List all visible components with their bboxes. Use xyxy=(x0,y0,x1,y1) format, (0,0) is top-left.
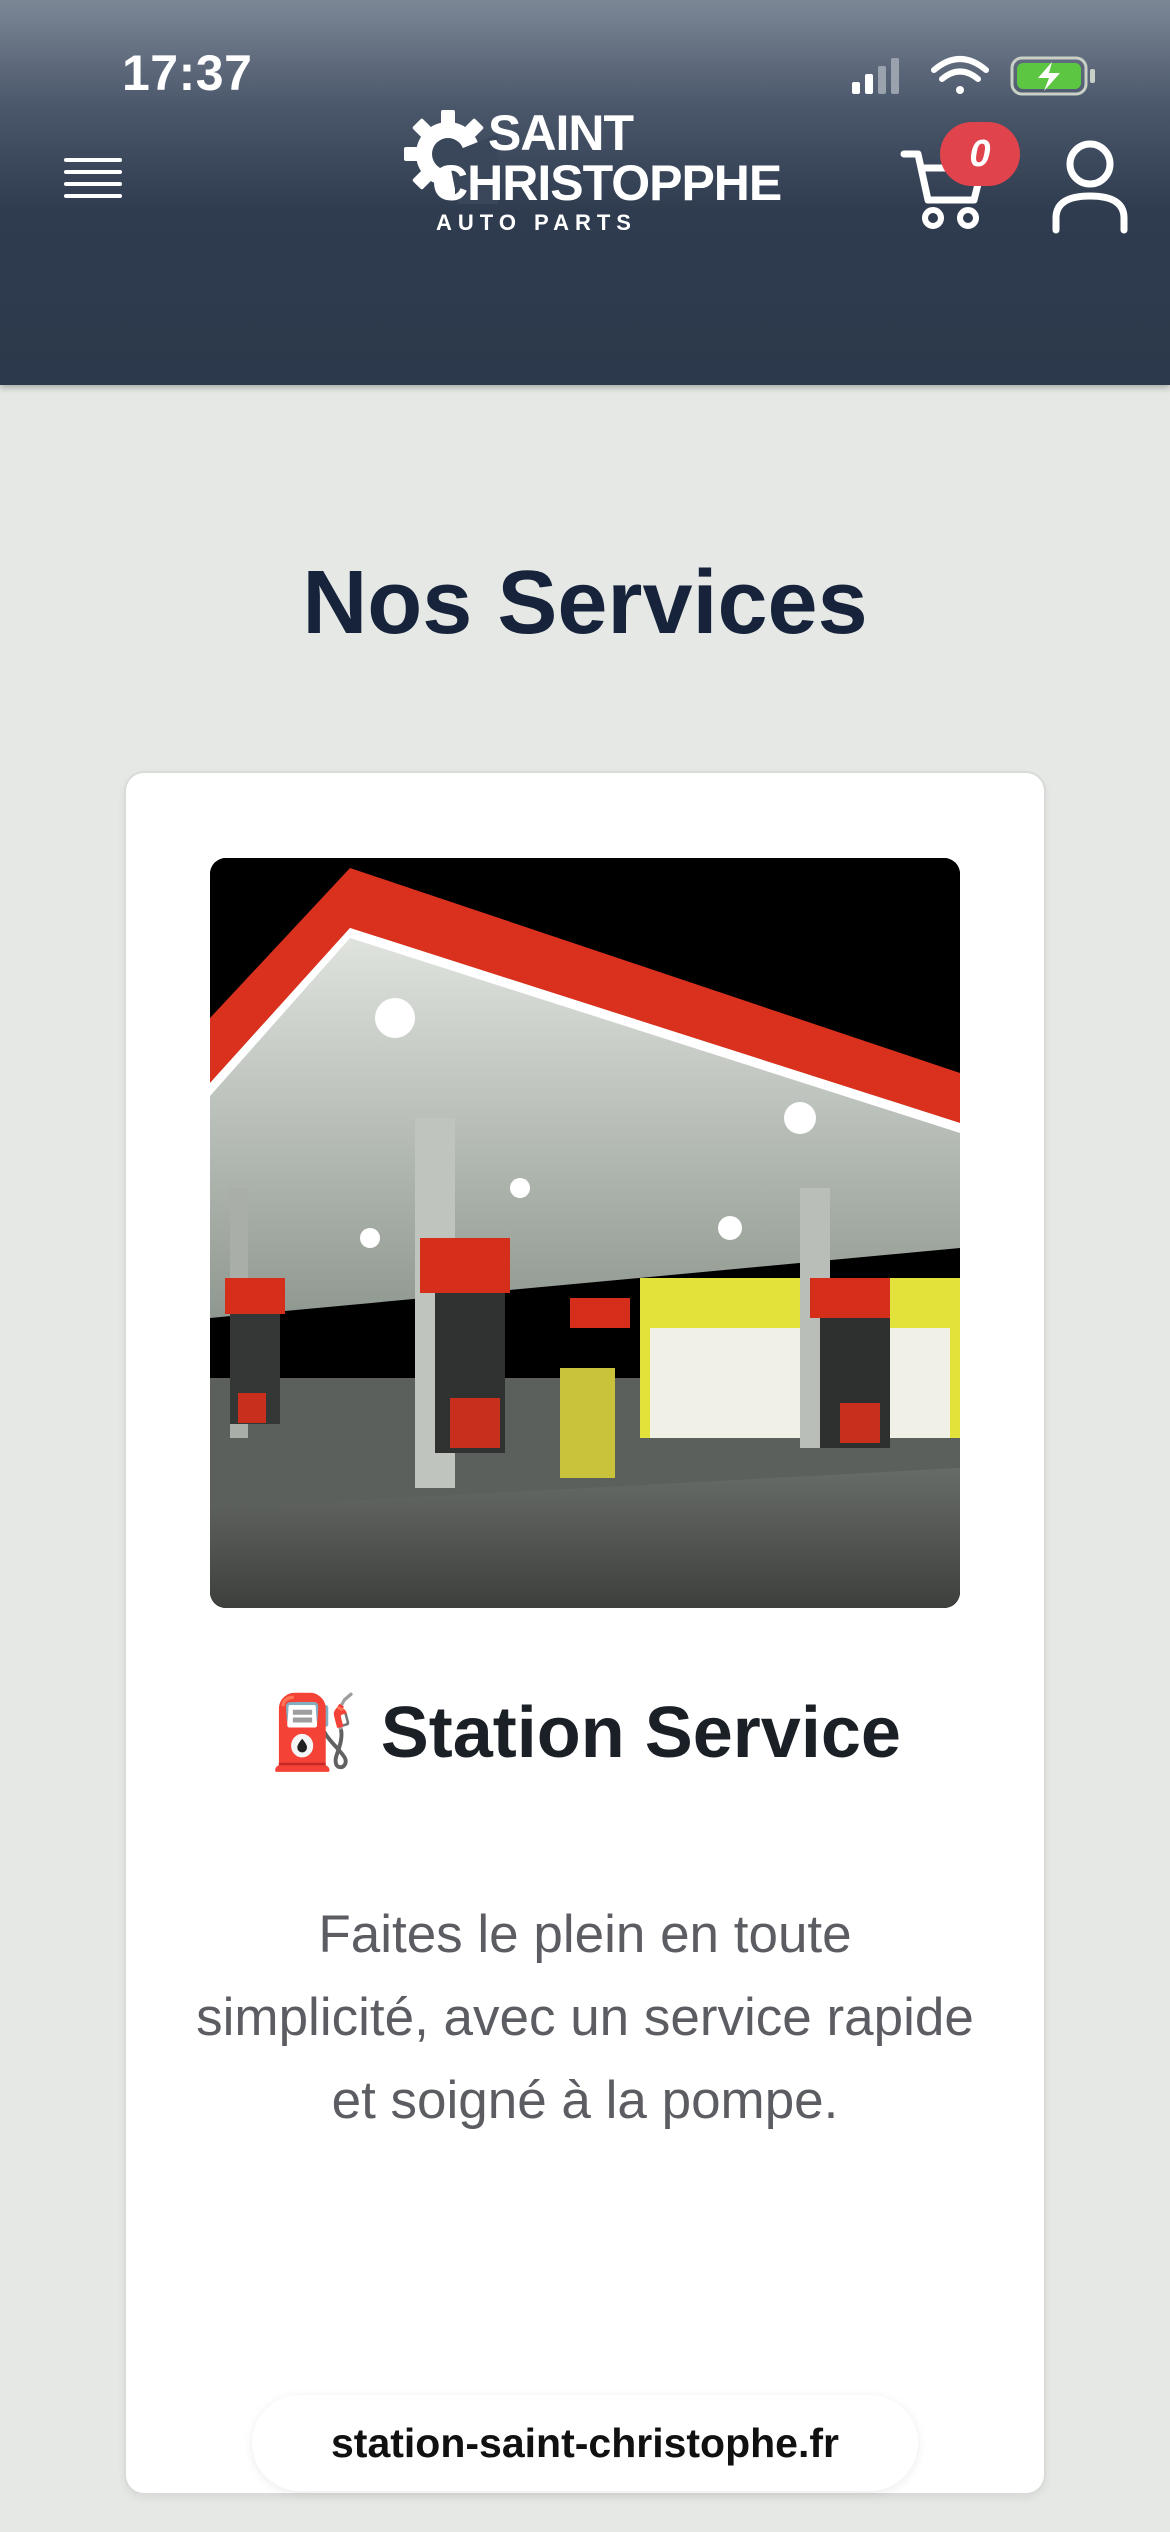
logo-line-christopphe: CHRISTOPPHE xyxy=(432,155,782,211)
service-description: Faites le plein en toute simplicité, ave… xyxy=(196,1905,974,2130)
service-image xyxy=(210,858,960,1608)
browser-url-bar[interactable]: station-saint-christophe.fr xyxy=(252,2395,918,2491)
gas-station-photo xyxy=(210,858,960,1608)
app-header: 17:37 SAINT CHRISTOPPHE AUTO PARTS 0 xyxy=(0,0,1170,385)
user-icon xyxy=(1052,140,1128,234)
logo-line-saint: SAINT xyxy=(488,105,634,161)
page-title: Nos Services xyxy=(302,553,868,653)
fuel-pump-icon: ⛽ xyxy=(269,1693,359,1773)
brand-logo[interactable]: SAINT CHRISTOPPHE AUTO PARTS xyxy=(398,100,782,240)
cart-button[interactable]: 0 xyxy=(900,118,1020,229)
menu-button[interactable] xyxy=(60,152,126,212)
battery-charging-icon xyxy=(1010,56,1095,96)
status-bar-time: 17:37 xyxy=(122,45,253,101)
cart-count-badge: 0 xyxy=(940,122,1020,186)
wifi-icon xyxy=(931,56,989,94)
account-button[interactable] xyxy=(1050,138,1130,234)
status-bar-icons xyxy=(852,56,1095,96)
service-title: ⛽ Station Service xyxy=(126,1690,1044,1775)
logo-subtitle: AUTO PARTS xyxy=(436,210,637,235)
service-title-text: Station Service xyxy=(380,1692,901,1773)
signal-icon xyxy=(852,58,899,94)
service-card[interactable]: ⛽ Station Service Faites le plein en tou… xyxy=(126,773,1044,2493)
